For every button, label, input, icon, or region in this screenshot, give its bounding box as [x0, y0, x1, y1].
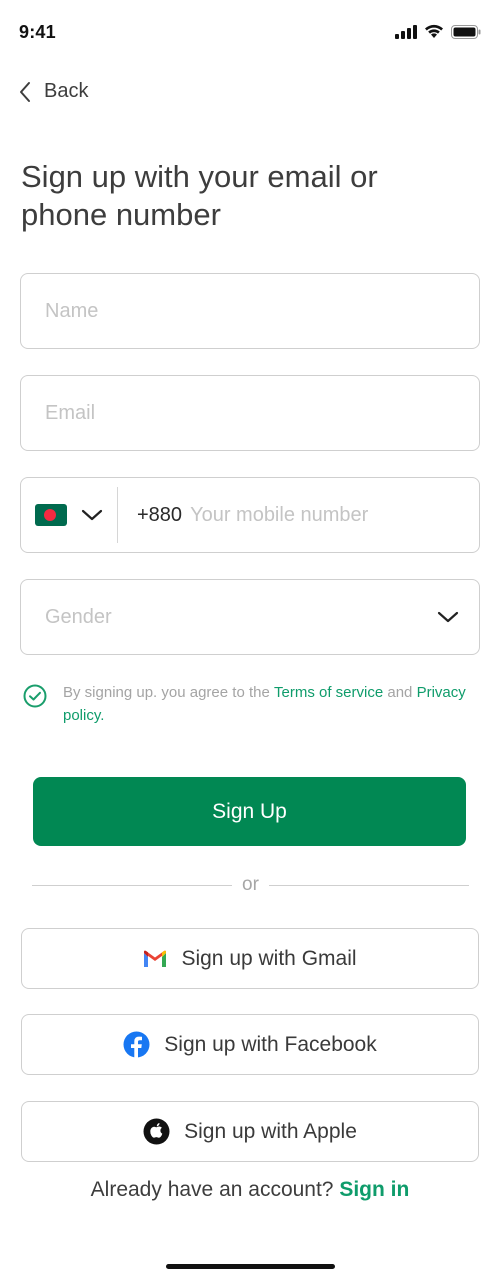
gmail-icon — [144, 950, 167, 967]
phone-input[interactable] — [182, 478, 479, 552]
divider-line-left — [32, 884, 233, 886]
back-label: Back — [44, 80, 89, 102]
signup-screen: 9:41 Back Sign up with your email or pho… — [0, 0, 500, 1280]
status-time: 9:41 — [19, 22, 56, 42]
divider-line-right — [268, 884, 469, 886]
chevron-down-icon — [81, 509, 103, 521]
or-divider: or — [32, 874, 469, 896]
terms-prefix: By signing up. you agree to the — [63, 684, 274, 701]
signin-prompt-text: Already have an account? — [90, 1178, 340, 1201]
terms-text: By signing up. you agree to the Terms of… — [63, 681, 473, 727]
wifi-icon — [425, 24, 443, 38]
apple-signup-button[interactable]: Sign up with Apple — [21, 1101, 479, 1162]
facebook-icon — [123, 1031, 150, 1058]
facebook-button-label: Sign up with Facebook — [164, 1032, 377, 1056]
phone-country-code: +880 — [137, 503, 183, 526]
signin-prompt: Already have an account? Sign in — [0, 1178, 500, 1202]
gmail-button-label: Sign up with Gmail — [181, 946, 357, 970]
facebook-signup-button[interactable]: Sign up with Facebook — [21, 1014, 479, 1075]
terms-of-service-link[interactable]: Terms of service — [274, 684, 383, 701]
email-field-container — [20, 375, 480, 451]
terms-middle: and — [383, 684, 417, 701]
sign-in-link[interactable]: Sign in — [339, 1178, 409, 1201]
back-button[interactable]: Back — [18, 80, 88, 103]
status-icons — [395, 24, 481, 39]
divider-label: or — [242, 874, 259, 895]
battery-icon — [451, 24, 481, 39]
phone-field-container: +880 — [20, 477, 480, 553]
chevron-left-icon — [20, 81, 30, 102]
name-input[interactable] — [21, 274, 479, 348]
country-selector[interactable] — [21, 487, 118, 543]
gender-select[interactable]: Gender — [20, 579, 480, 655]
cellular-signal-icon — [395, 24, 417, 39]
gender-placeholder: Gender — [45, 605, 112, 628]
email-input[interactable] — [21, 376, 479, 450]
name-field-container — [20, 273, 480, 349]
apple-button-label: Sign up with Apple — [184, 1119, 357, 1143]
home-indicator — [166, 1264, 335, 1269]
apple-icon — [143, 1118, 170, 1145]
terms-agreement: By signing up. you agree to the Terms of… — [23, 681, 473, 727]
bangladesh-flag-icon — [35, 504, 67, 526]
chevron-down-icon — [437, 611, 459, 623]
check-circle-icon[interactable] — [23, 684, 47, 708]
sign-up-button[interactable]: Sign Up — [33, 777, 466, 846]
page-title: Sign up with your email or phone number — [21, 159, 378, 232]
gmail-signup-button[interactable]: Sign up with Gmail — [21, 928, 479, 989]
